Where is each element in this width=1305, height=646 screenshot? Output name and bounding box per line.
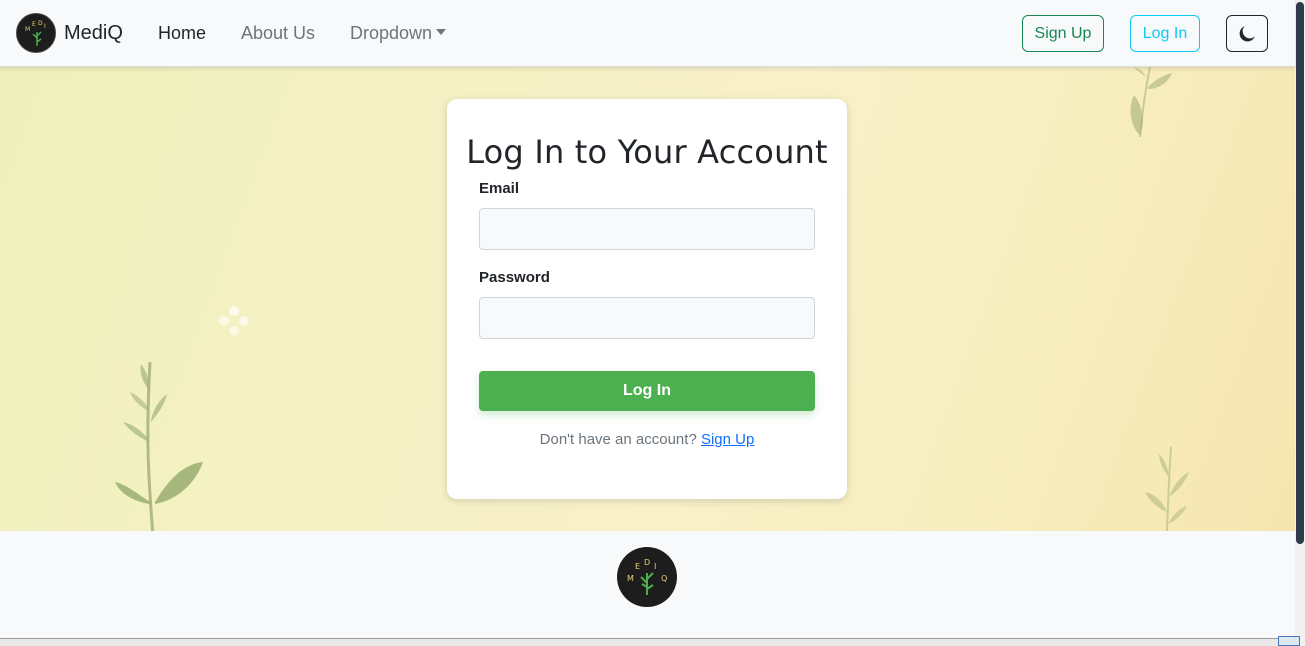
signup-link[interactable]: Sign Up bbox=[701, 431, 754, 448]
nav-dropdown-label: Dropdown bbox=[350, 23, 433, 43]
bottom-edge bbox=[0, 638, 1295, 646]
email-label: Email bbox=[479, 180, 520, 197]
footer-logo: M E D I Q bbox=[617, 547, 677, 607]
navbar: M E D I MediQ Home About Us Dropdown Sig… bbox=[0, 0, 1295, 67]
email-field[interactable] bbox=[479, 208, 815, 250]
login-title: Log In to Your Account bbox=[466, 133, 828, 171]
svg-text:I: I bbox=[44, 23, 46, 30]
nav-signup-button[interactable]: Sign Up bbox=[1022, 15, 1104, 52]
svg-text:I: I bbox=[654, 562, 656, 571]
theme-toggle-button[interactable] bbox=[1226, 15, 1268, 52]
brand-name[interactable]: MediQ bbox=[64, 22, 123, 45]
nav-login-button[interactable]: Log In bbox=[1130, 15, 1200, 52]
vertical-scrollbar[interactable] bbox=[1295, 0, 1305, 646]
nav-home[interactable]: Home bbox=[158, 23, 206, 44]
corner-resize-handle bbox=[1278, 636, 1300, 646]
moon-icon bbox=[1239, 25, 1255, 41]
scrollbar-thumb[interactable] bbox=[1296, 2, 1304, 544]
svg-text:Q: Q bbox=[661, 574, 667, 583]
plant-right-top-decoration bbox=[1130, 67, 1172, 138]
sparkle-decoration bbox=[219, 306, 249, 336]
svg-text:M: M bbox=[627, 574, 634, 583]
brand-logo[interactable]: M E D I bbox=[16, 13, 56, 53]
nav-dropdown[interactable]: Dropdown bbox=[350, 23, 447, 44]
nav-about-us[interactable]: About Us bbox=[241, 23, 315, 44]
svg-text:E: E bbox=[32, 21, 36, 28]
login-card: Log In to Your Account Email Password Lo… bbox=[447, 99, 847, 499]
svg-text:E: E bbox=[635, 562, 640, 571]
svg-text:D: D bbox=[644, 558, 650, 567]
login-submit-button[interactable]: Log In bbox=[479, 371, 815, 411]
caret-down-icon bbox=[436, 29, 447, 36]
plant-right-bottom-decoration bbox=[1145, 446, 1189, 531]
svg-text:M: M bbox=[25, 26, 30, 33]
signup-prompt-line: Don't have an account? Sign Up bbox=[447, 431, 847, 448]
password-label: Password bbox=[479, 269, 550, 286]
password-field[interactable] bbox=[479, 297, 815, 339]
svg-text:D: D bbox=[38, 20, 43, 27]
plant-left-decoration bbox=[115, 361, 203, 531]
footer: M E D I Q bbox=[0, 531, 1295, 638]
signup-prompt-text: Don't have an account? bbox=[539, 431, 697, 448]
